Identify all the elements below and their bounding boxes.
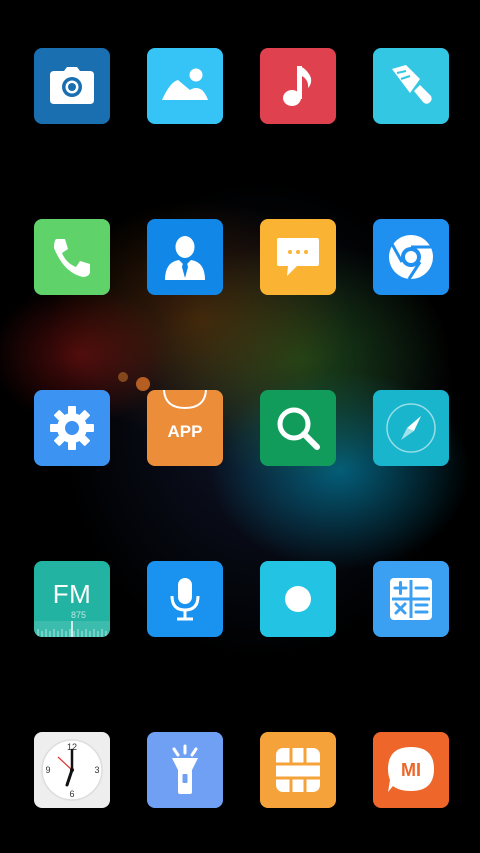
clock-numeral-9: 9 [45,765,50,775]
radio-icon [34,621,110,637]
app-screen-recorder[interactable] [260,561,336,637]
compass-icon [386,403,436,453]
home-screen: APP FM 875 12 3 6 9 MI [0,0,480,853]
landscape-icon [162,68,208,100]
app-music[interactable] [260,48,336,124]
app-store-label: APP [167,422,203,441]
app-contacts[interactable] [147,219,223,295]
music-note-icon [283,66,312,106]
app-search[interactable] [260,390,336,466]
gear-icon [50,406,94,450]
phone-icon [54,239,90,277]
record-dot-icon [285,586,311,612]
paintbrush-icon [392,65,432,104]
app-phone[interactable] [34,219,110,295]
app-sim-toolkit[interactable] [260,732,336,808]
app-fm-radio[interactable]: FM 875 [34,561,110,637]
app-settings[interactable] [34,390,110,466]
mi-logo-icon: MI [388,747,434,792]
app-recorder[interactable] [147,561,223,637]
mi-logo-text: MI [401,760,421,780]
app-clock[interactable]: 12 3 6 9 [34,732,110,808]
app-flashlight[interactable] [147,732,223,808]
app-themes[interactable] [373,48,449,124]
clock-icon: 12 3 6 9 [41,739,103,801]
clock-numeral-6: 6 [69,789,74,799]
app-compass[interactable] [373,390,449,466]
flashlight-icon [172,744,198,794]
magnifier-icon [277,407,320,450]
fm-frequency: 875 [71,610,87,620]
app-mi-community[interactable]: MI [373,732,449,808]
browser-icon [389,235,433,280]
camera-icon [50,67,94,104]
app-calculator[interactable] [373,561,449,637]
sim-card-icon [276,748,320,792]
app-app-store[interactable]: APP [147,390,223,466]
app-gallery[interactable] [147,48,223,124]
chat-bubble-icon [277,238,319,276]
clock-numeral-3: 3 [94,765,99,775]
microphone-icon [170,578,200,621]
calculator-icon [390,578,432,620]
fm-label: FM [52,578,92,609]
app-grid: APP FM 875 12 3 6 9 MI [0,0,480,853]
person-icon [165,236,205,280]
app-camera[interactable] [34,48,110,124]
app-messaging[interactable] [260,219,336,295]
app-browser[interactable] [373,219,449,295]
